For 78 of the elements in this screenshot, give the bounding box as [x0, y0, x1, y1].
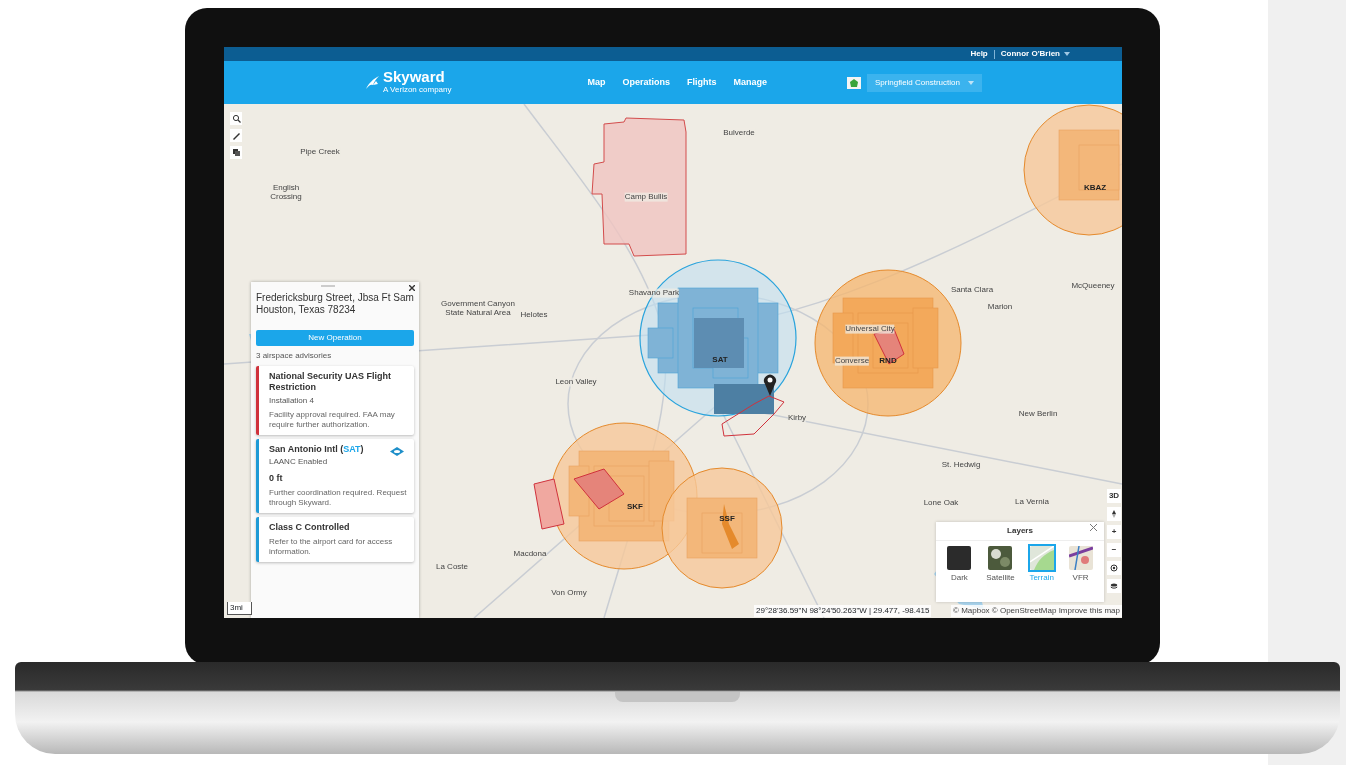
coordinates-text: 29°28'36.59"N 98°24'50.263"W | 29.477, -98.415: [754, 605, 932, 617]
close-icon: [1090, 524, 1097, 531]
place-label: St. Hedwig: [941, 460, 981, 470]
place-label: Pipe Creek: [300, 147, 340, 157]
layers-tool[interactable]: [230, 146, 242, 159]
place-label: Kirby: [787, 413, 807, 423]
help-link[interactable]: Help: [970, 48, 988, 60]
advisory-title: Class C Controlled: [269, 522, 351, 534]
layers-icon: [1110, 582, 1118, 590]
scale-bar: 3mi: [227, 602, 252, 615]
advisory-note: Facility approval required. FAA may require further authorization.: [269, 409, 396, 430]
advisory-count: 3 airspace advisories: [256, 350, 333, 362]
airport-code: SKF: [627, 501, 643, 513]
airport-code: RND: [879, 355, 897, 367]
advisory-subtitle: LAANC Enabled: [269, 455, 329, 468]
place-label: Universal City: [845, 324, 895, 334]
airport-code: SAT: [712, 354, 728, 366]
place-label: Camp Bullis: [624, 192, 668, 202]
close-icon: [409, 285, 415, 291]
close-button[interactable]: [409, 285, 415, 291]
place-label: Shavano Park: [628, 288, 680, 298]
place-label: Bulverde: [723, 128, 755, 138]
layer-thumbnail: [1068, 546, 1093, 570]
airport-code: KBAZ: [1083, 182, 1107, 194]
place-label: McQueeney: [1071, 281, 1115, 291]
locate-icon: [1110, 564, 1118, 572]
place-label: La Vernia: [1015, 497, 1049, 507]
search-icon: [231, 114, 241, 123]
place-label: Macdona: [513, 549, 547, 559]
pencil-icon: [231, 131, 241, 140]
layers-icon: [231, 148, 241, 157]
pencil-tool[interactable]: [230, 129, 242, 142]
compass-button[interactable]: [1107, 507, 1121, 521]
advisory-title: San Antonio Intl (SAT): [269, 443, 365, 455]
place-label: Leon Valley: [555, 377, 597, 387]
advisory-title: National Security UAS Flight Restriction: [269, 371, 392, 394]
restricted-area: [721, 395, 785, 437]
compass-icon: [1110, 510, 1118, 518]
caret-icon: [967, 80, 974, 85]
layers-button[interactable]: [1107, 579, 1121, 593]
search-tool[interactable]: [230, 112, 242, 125]
altitude-text: 0 ft: [269, 471, 284, 485]
place-label: New Berlin: [1018, 409, 1058, 419]
layer-option[interactable]: Dark: [947, 546, 972, 584]
advisory-note: Further coordination required. Request through Skyward.: [269, 488, 408, 509]
drag-handle[interactable]: [321, 285, 335, 287]
layer-thumbnail: [988, 546, 1013, 570]
place-label: Lone Oak: [923, 498, 959, 508]
place-label: Santa Clara: [950, 285, 994, 295]
brand-name: Skyward: [383, 69, 446, 84]
advisory-card[interactable]: National Security UAS Flight Restriction Installation 4 Facility approval required. FAA may require further authorization.: [256, 366, 414, 435]
layer-option[interactable]: Satellite: [986, 546, 1015, 584]
place-label: Helotes: [520, 310, 548, 320]
organization-logo-icon: [847, 76, 861, 89]
place-label: Marion: [987, 302, 1013, 312]
place-label: Von Ormy: [551, 588, 587, 598]
layer-thumbnail: [1029, 546, 1054, 570]
location-pin-icon: [764, 374, 776, 396]
advisory-subtitle: Installation 4: [269, 394, 315, 407]
locate-button[interactable]: [1107, 561, 1121, 575]
place-label: Government Canyon State Natural Area: [438, 300, 518, 318]
panel-title: Layers: [1007, 525, 1033, 537]
caret-icon: [1064, 52, 1070, 56]
place-label: Converse: [834, 356, 870, 366]
map-attribution: © Mapbox © OpenStreetMap Improve this map: [951, 605, 1122, 617]
zoom-out-button[interactable]: −: [1107, 543, 1121, 557]
address-text: Fredericksburg Street, Jbsa Ft Sam Houston, Texas 78234: [256, 292, 414, 316]
place-label: La Coste: [436, 562, 468, 572]
zoom-in-button[interactable]: +: [1107, 525, 1121, 539]
advisory-card[interactable]: San Antonio Intl (SAT) LAANC Enabled 0 ft Further coordination required. Request through Skyward.: [256, 438, 414, 514]
layer-option[interactable]: VFR: [1068, 546, 1093, 584]
user-menu[interactable]: Connor O'Brien: [1000, 48, 1070, 60]
brand-tagline: A Verizon company: [383, 85, 452, 96]
advisory-note: Refer to the airport card for access information.: [269, 536, 394, 557]
layer-thumbnail: [947, 546, 972, 570]
view-3d-button[interactable]: 3D: [1107, 489, 1121, 503]
advisory-card[interactable]: Class C Controlled Refer to the airport card for access information.: [256, 517, 414, 562]
airport-code: SSF: [719, 513, 735, 525]
